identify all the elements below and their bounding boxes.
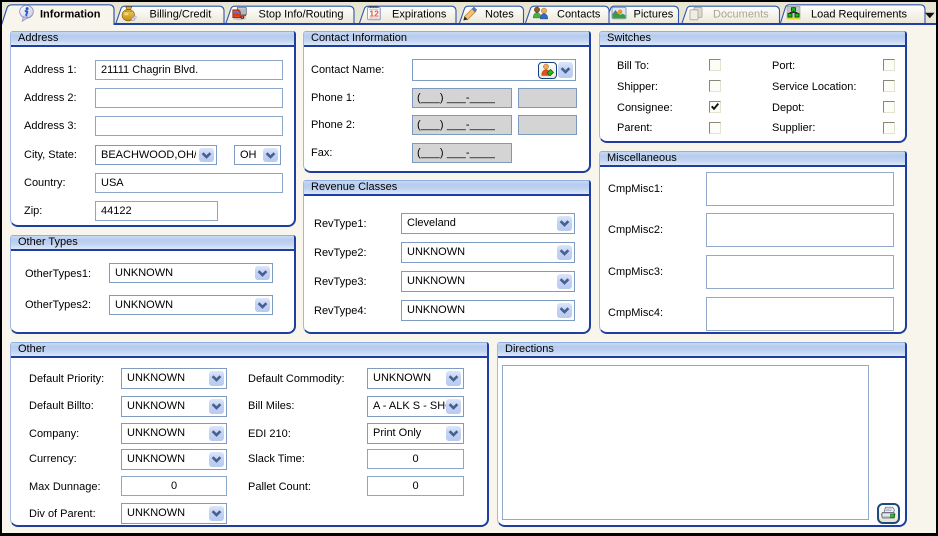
svg-text:Information: Information: [40, 8, 101, 20]
svg-text:Pictures: Pictures: [634, 8, 674, 20]
svg-text:Load Requirements: Load Requirements: [811, 8, 908, 20]
svg-text:Contacts: Contacts: [557, 8, 601, 20]
svg-text:Expirations: Expirations: [392, 8, 447, 20]
svg-text:Documents: Documents: [713, 8, 769, 20]
svg-text:Notes: Notes: [485, 8, 514, 20]
svg-text:Stop Info/Routing: Stop Info/Routing: [259, 8, 344, 20]
svg-text:Billing/Credit: Billing/Credit: [150, 8, 212, 20]
svg-text:12: 12: [369, 9, 379, 19]
